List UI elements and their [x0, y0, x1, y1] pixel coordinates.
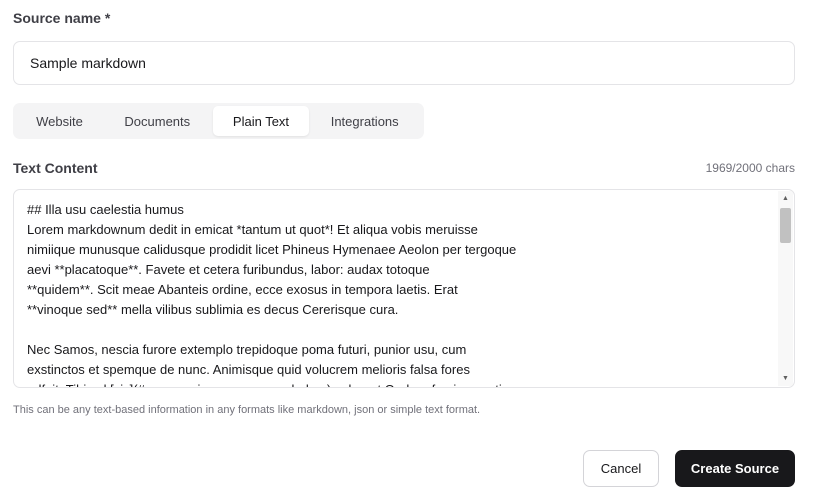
text-content-label: Text Content: [13, 160, 98, 176]
text-content-textarea[interactable]: ## Illa usu caelestia humus Lorem markdo…: [13, 189, 795, 388]
cancel-button[interactable]: Cancel: [583, 450, 659, 487]
tab-website[interactable]: Website: [17, 106, 102, 136]
char-count: 1969/2000 chars: [705, 161, 795, 175]
text-content-value: ## Illa usu caelestia humus Lorem markdo…: [27, 202, 517, 387]
tab-plain-text[interactable]: Plain Text: [212, 106, 310, 136]
create-source-form: Source name * Website Documents Plain Te…: [0, 0, 814, 500]
textarea-scrollbar[interactable]: ▲ ▼: [778, 191, 793, 386]
scroll-up-icon[interactable]: ▲: [778, 191, 793, 206]
scroll-down-icon[interactable]: ▼: [778, 371, 793, 386]
helper-text: This can be any text-based information i…: [13, 404, 481, 416]
source-name-input[interactable]: [13, 41, 795, 85]
tab-integrations[interactable]: Integrations: [309, 106, 420, 136]
source-name-label: Source name *: [13, 10, 111, 26]
create-source-button[interactable]: Create Source: [675, 450, 795, 487]
source-type-tabs: Website Documents Plain Text Integration…: [13, 103, 424, 139]
scroll-thumb[interactable]: [780, 208, 791, 243]
tab-documents[interactable]: Documents: [102, 106, 213, 136]
